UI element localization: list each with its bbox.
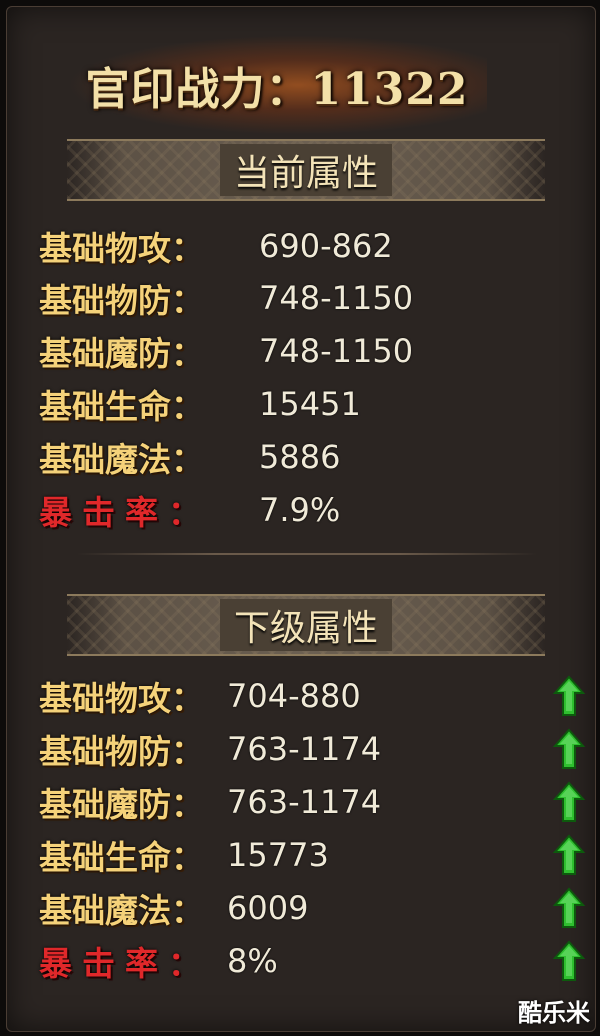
- stat-value: 763-1174: [227, 783, 382, 821]
- current-stat-row: 基础物攻： 690-862: [39, 221, 599, 271]
- crit-rate-label: 暴击率：: [39, 493, 211, 532]
- current-stat-row: 基础生命： 15451: [39, 379, 599, 429]
- next-stat-row: 基础魔防： 763-1174: [39, 777, 599, 827]
- next-attributes-title: 下级属性: [219, 599, 392, 651]
- stat-value: 690-862: [259, 227, 393, 265]
- stat-value: 748-1150: [259, 279, 414, 317]
- stat-label: 基础魔法：: [39, 440, 204, 479]
- combat-power-text: 官印战力：11322: [85, 64, 469, 115]
- stat-value: 7.9%: [259, 491, 341, 529]
- stat-value: 8%: [227, 942, 278, 980]
- current-stat-row: 基础物防： 748-1150: [39, 273, 599, 323]
- combat-power-banner: 官印战力：11322: [67, 35, 487, 135]
- current-stat-row: 暴击率： 7.9%: [39, 485, 599, 535]
- stat-label: 基础魔防：: [39, 334, 204, 373]
- current-attributes-title: 当前属性: [219, 144, 392, 196]
- current-stat-row: 基础魔防： 748-1150: [39, 326, 599, 376]
- up-arrow-icon: [553, 728, 585, 769]
- stat-label: 基础魔防：: [39, 785, 204, 824]
- next-stat-row: 基础物攻： 704-880: [39, 671, 599, 721]
- next-stat-row: 基础生命： 15773: [39, 830, 599, 880]
- up-arrow-icon: [553, 675, 585, 716]
- stat-label: 基础物防：: [39, 732, 204, 771]
- up-arrow-icon: [553, 940, 585, 981]
- up-arrow-icon: [553, 834, 585, 875]
- section-divider: [77, 553, 537, 555]
- stat-value: 6009: [227, 889, 309, 927]
- stat-label: 基础魔法：: [39, 891, 204, 930]
- stat-label: 基础物防：: [39, 281, 204, 320]
- watermark: 酷乐米: [518, 999, 590, 1027]
- current-attributes-header: 当前属性: [67, 139, 545, 201]
- stat-label: 基础生命：: [39, 387, 204, 426]
- current-stat-row: 基础魔法： 5886: [39, 432, 599, 482]
- stat-value: 763-1174: [227, 730, 382, 768]
- stat-value: 15451: [259, 385, 361, 423]
- stat-value: 748-1150: [259, 332, 414, 370]
- next-stat-row: 基础物防： 763-1174: [39, 724, 599, 774]
- next-stat-row: 基础魔法： 6009: [39, 883, 599, 933]
- stat-value: 5886: [259, 438, 341, 476]
- stat-label: 基础生命：: [39, 838, 204, 877]
- next-stat-row: 暴击率： 8%: [39, 936, 599, 986]
- stat-value: 15773: [227, 836, 329, 874]
- stat-value: 704-880: [227, 677, 361, 715]
- up-arrow-icon: [553, 887, 585, 928]
- crit-rate-label: 暴击率：: [39, 944, 211, 983]
- next-attributes-header: 下级属性: [67, 594, 545, 656]
- stat-label: 基础物攻：: [39, 229, 204, 268]
- up-arrow-icon: [553, 781, 585, 822]
- stat-label: 基础物攻：: [39, 679, 204, 718]
- attribute-panel: 官印战力：11322 当前属性 基础物攻： 690-862 基础物防： 748-…: [6, 6, 596, 1032]
